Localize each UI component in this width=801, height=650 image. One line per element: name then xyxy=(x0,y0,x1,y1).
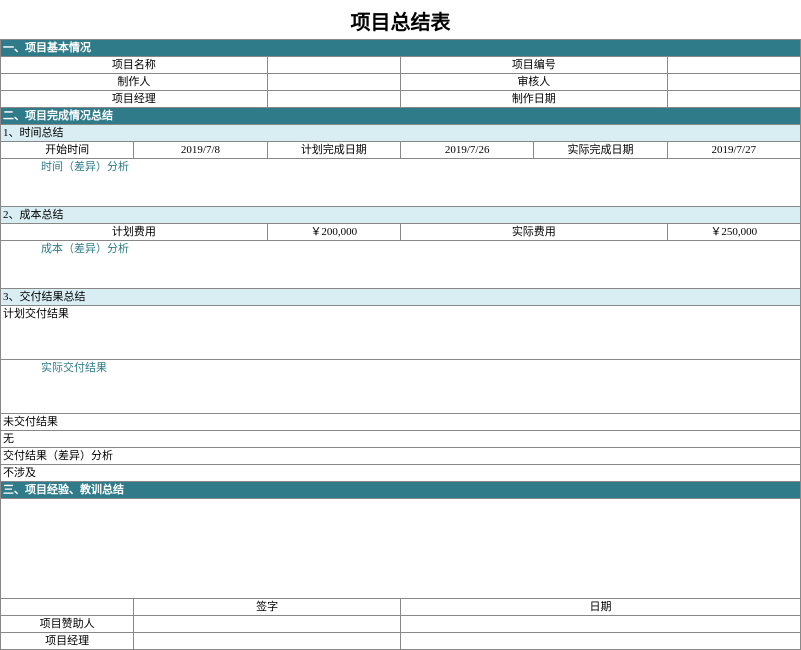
label-actual-deliver: 实际交付结果 xyxy=(1,360,801,414)
label-deliver-diff: 交付结果（差异）分析 xyxy=(1,448,801,465)
section-2-header: 二、项目完成情况总结 xyxy=(1,108,801,125)
value-sponsor-sign xyxy=(134,616,401,633)
value-author xyxy=(267,74,400,91)
value-create-date xyxy=(667,91,800,108)
value-actual-cost: ￥250,000 xyxy=(667,224,800,241)
value-plan-cost: ￥200,000 xyxy=(267,224,400,241)
value-project-number xyxy=(667,57,800,74)
cost-analysis: 成本（差异）分析 xyxy=(1,241,801,289)
label-undelivered: 未交付结果 xyxy=(1,414,801,431)
sub-delivery: 3、交付结果总结 xyxy=(1,289,801,306)
value-actual-end: 2019/7/27 xyxy=(667,142,800,159)
value-pm xyxy=(267,91,400,108)
label-project-number: 项目编号 xyxy=(400,57,667,74)
label-sponsor: 项目赞助人 xyxy=(1,616,134,633)
time-analysis: 时间（差异）分析 xyxy=(1,159,801,207)
sub-cost: 2、成本总结 xyxy=(1,207,801,224)
value-deliver-diff: 不涉及 xyxy=(1,465,801,482)
value-plan-end: 2019/7/26 xyxy=(400,142,533,159)
value-pm-date xyxy=(400,633,800,650)
label-plan-cost: 计划费用 xyxy=(1,224,268,241)
label-plan-end: 计划完成日期 xyxy=(267,142,400,159)
lessons-area xyxy=(1,499,801,599)
label-actual-cost: 实际费用 xyxy=(400,224,667,241)
sub-time: 1、时间总结 xyxy=(1,125,801,142)
label-actual-end: 实际完成日期 xyxy=(534,142,667,159)
label-create-date: 制作日期 xyxy=(400,91,667,108)
label-plan-deliver: 计划交付结果 xyxy=(1,306,801,360)
label-pm-sign: 项目经理 xyxy=(1,633,134,650)
section-3-header: 三、项目经验、教训总结 xyxy=(1,482,801,499)
value-undelivered: 无 xyxy=(1,431,801,448)
label-date: 日期 xyxy=(400,599,800,616)
section-1-header: 一、项目基本情况 xyxy=(1,40,801,57)
sign-corner xyxy=(1,599,134,616)
label-project-name: 项目名称 xyxy=(1,57,268,74)
value-pm-sign xyxy=(134,633,401,650)
label-reviewer: 审核人 xyxy=(400,74,667,91)
label-signature: 签字 xyxy=(134,599,401,616)
value-sponsor-date xyxy=(400,616,800,633)
page-title: 项目总结表 xyxy=(0,0,801,39)
value-project-name xyxy=(267,57,400,74)
label-start-time: 开始时间 xyxy=(1,142,134,159)
value-reviewer xyxy=(667,74,800,91)
value-start-time: 2019/7/8 xyxy=(134,142,267,159)
label-pm: 项目经理 xyxy=(1,91,268,108)
label-author: 制作人 xyxy=(1,74,268,91)
summary-table: 一、项目基本情况 项目名称 项目编号 制作人 审核人 项目经理 制作日期 二、项… xyxy=(0,39,801,650)
